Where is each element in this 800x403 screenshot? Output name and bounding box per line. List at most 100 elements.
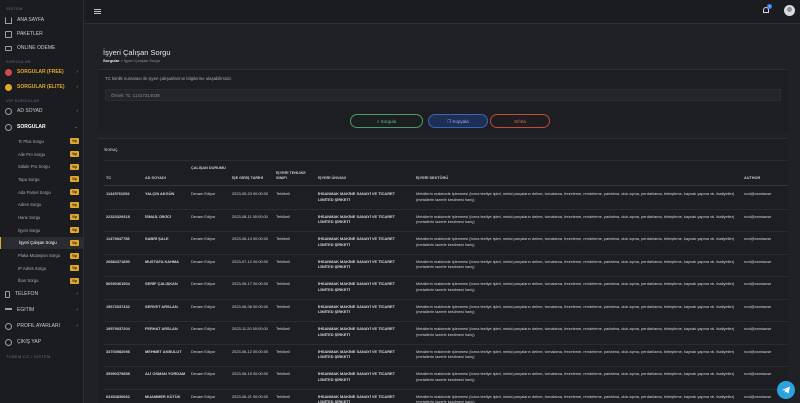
cell-ad-soyad: SABRİ ŞALE [145,236,169,241]
query-card: TC kimlik numarası ile işyeri çalışanlar… [98,69,788,131]
avatar[interactable] [784,5,795,16]
nav-paketler[interactable]: PAKETLER [0,28,83,40]
nav-ana-sayfa[interactable]: ANA SAYFA [0,14,83,26]
breadcrumb-root[interactable]: Sorgular [103,58,119,63]
cell-giris-tarihi: 2023-06-12 00:00:00 [232,348,269,354]
cell-tehlike: Tehlikeli [276,303,290,309]
nav-sorgular-elite[interactable]: SORGULAR (ELİTE) › [0,81,83,93]
sorgular-submenu: Tc Plus Sorgu Vip Aile Pro Sorgu Vip Sülale … [0,135,83,287]
cell-tehlike: Tehlikeli [276,191,290,196]
submenu-item[interactable]: IP Adres Sorgu Vip [0,262,83,275]
tc-input[interactable]: Örnek: Tc: 11417314036 [105,89,781,101]
topbar: 1 [84,0,800,24]
vip-badge: Vip [70,239,79,246]
submenu-item[interactable]: Tc Plus Sorgu Vip [0,135,83,148]
table-row: 15673037432 SERVET ARSLAN Devam Ediyor 2023… [104,300,788,322]
cell-sektor: Metallerin makinede işlenmesi (torna tes… [416,348,735,360]
submenu-item[interactable]: İşyeri Sorgu Vip [0,224,83,237]
th-calisan-durumu: ÇALIŞAN DURUMU [191,166,226,170]
cell-author: root@osmiaose [744,348,772,354]
chevron-right-icon: › [76,108,78,114]
table-header: TC AD SOYADI ÇALIŞAN DURUMU İŞE GİRİŞ TA… [104,160,788,186]
nav-cikis-yap[interactable]: ÇIKIŞ YAP [0,336,83,348]
vip-badge: Vip [70,176,79,183]
table-row: 22323329318 İSMAİL DİKİCİ Devam Ediyor 2023… [104,210,788,232]
cell-ad-soyad: MUAMMER KÜTÜK [145,393,181,399]
section-vip: VIP SORGULAR [6,98,40,103]
nav-sorgular[interactable]: SORGULAR ⌄ [0,121,83,133]
cell-tc: 63454830662 [106,393,130,399]
table-row: 26884371890 MUSTAFA KAHMA Devam Ediyor 2023… [104,255,788,277]
table-row: 19979037204 FERHAT ARSLAN Devam Ediyor 2023… [104,322,788,345]
cell-ad-soyad: MEHMET AKBULUT [145,348,182,354]
notification-badge: 1 [767,4,772,9]
cell-tehlike: Tehlikeli [276,393,290,399]
graduation-cap-icon [5,307,12,315]
cell-ad-soyad: MUSTAFA KAHMA [145,258,179,264]
cell-unvan: İHSANMAK MAKİNE SANAYİ VE TİCARET LİMİTE… [318,236,396,247]
cell-tc: 56690361904 [106,281,130,286]
sidebar-footer: TOBEM.CO / SISTEM [6,354,51,360]
submenu-item[interactable]: Hane Sorgu Vip [0,211,83,224]
kopyala-button[interactable]: ❐ Kopyala [428,114,488,128]
sorgula-button[interactable]: ⌕ Sorgula [350,114,423,128]
cell-tehlike: Tehlikeli [276,236,290,241]
home-icon [5,16,12,24]
cell-tc: 11479847758 [106,236,130,241]
cell-ad-soyad: SERİF ÇALIŞKAN [145,281,178,286]
nav-telefon[interactable]: TELEFON › [0,288,83,300]
submenu-item[interactable]: Ada Parsel Sorgu Vip [0,186,83,199]
th-author: AUTHOR [744,176,761,180]
vip-badge: Vip [70,138,79,145]
submenu-item[interactable]: İban Sorgu Vip [0,275,83,288]
telegram-button[interactable] [777,381,795,399]
settings-user-icon [5,322,12,330]
cell-giris-tarihi: 2023-06-17 00:00:00 [232,281,269,286]
cell-unvan: İHSANMAK MAKİNE SANAYİ VE TİCARET LİMİTE… [318,371,396,382]
nav-sorgular-free[interactable]: SORGULAR (FREE) › [0,66,83,78]
table-row: 35990379858 ALİ OSMAN YORDAM Devam Ediyor 2… [104,367,788,390]
chevron-right-icon: › [76,69,78,75]
breadcrumb-current: İşyeri Çalışan Sorgu [123,58,160,63]
submenu-item[interactable]: Aile Pro Sorgu Vip [0,148,83,161]
cell-durum: Devam Ediyor [191,213,216,219]
section-sistem: SİSTEM [6,6,23,11]
submenu-item[interactable]: Plaka Mutasyon Sorgu Vip [0,249,83,262]
submenu-item-label: İşyeri Sorgu [18,227,41,233]
submenu-item[interactable]: İşyeri Çalışan Sorgu Vip [0,236,83,250]
menu-toggle-icon[interactable] [94,9,101,14]
user-icon [5,123,12,131]
submenu-item[interactable]: Tapu Sorgu Vip [0,173,83,186]
chevron-right-icon: › [76,84,78,90]
cell-ad-soyad: İSMAİL DİKİCİ [145,213,171,219]
cell-author: root@osmiaose [744,303,772,309]
cell-giris-tarihi: 2023-06-06 00:00:00 [232,303,269,309]
cell-tehlike: Tehlikeli [276,281,290,286]
info-text: TC kimlik numarası ile işyeri çalışanlar… [105,76,233,81]
cell-unvan: İHSANMAK MAKİNE SANAYİ VE TİCARET LİMİTE… [318,258,396,270]
th-isyeri-sektoru: İŞYERİ SEKTÖRÜ [416,176,449,180]
search-icon: ⌕ [376,119,380,124]
cell-unvan: İHSANMAK MAKİNE SANAYİ VE TİCARET LİMİTE… [318,393,396,403]
cell-sektor: Metallerin makinede işlenmesi (torna tes… [416,281,735,292]
vip-badge: Vip [70,189,79,196]
nav-ad-soyad[interactable]: AD SOYAD › [0,105,83,117]
nav-online-odeme[interactable]: ONLINE ÖDEME [0,42,83,54]
sifirla-button[interactable]: Sıfırla [490,114,550,128]
cell-sektor: Metallerin makinede işlenmesi (torna tes… [416,191,735,202]
submenu-item-label: Tapu Sorgu [18,176,40,182]
cell-giris-tarihi: 2023-08-11 00:00:00 [232,213,268,219]
cell-tc: 35990379858 [106,371,130,376]
package-icon [5,30,12,38]
cell-sektor: Metallerin makinede işlenmesi (torna tes… [416,326,735,337]
submenu-item[interactable]: Adres Sorgu Vip [0,198,83,211]
submenu-item-label: Sülale Pro Sorgu [18,164,50,170]
credit-card-icon [5,46,12,51]
table-row: 33703982098 MEHMET AKBULUT Devam Ediyor 202… [104,345,788,367]
cell-sektor: Metallerin makinede işlenmesi (torna tes… [416,303,735,315]
nav-egitim[interactable]: EĞİTİM › [0,304,83,316]
submenu-item[interactable]: Sülale Pro Sorgu Vip [0,160,83,173]
cell-ad-soyad: YALÇIN AKGÜN [145,191,175,196]
nav-profil-ayarlari[interactable]: PROFİL AYARLARI › [0,320,83,332]
cell-durum: Devam Ediyor [191,303,216,309]
